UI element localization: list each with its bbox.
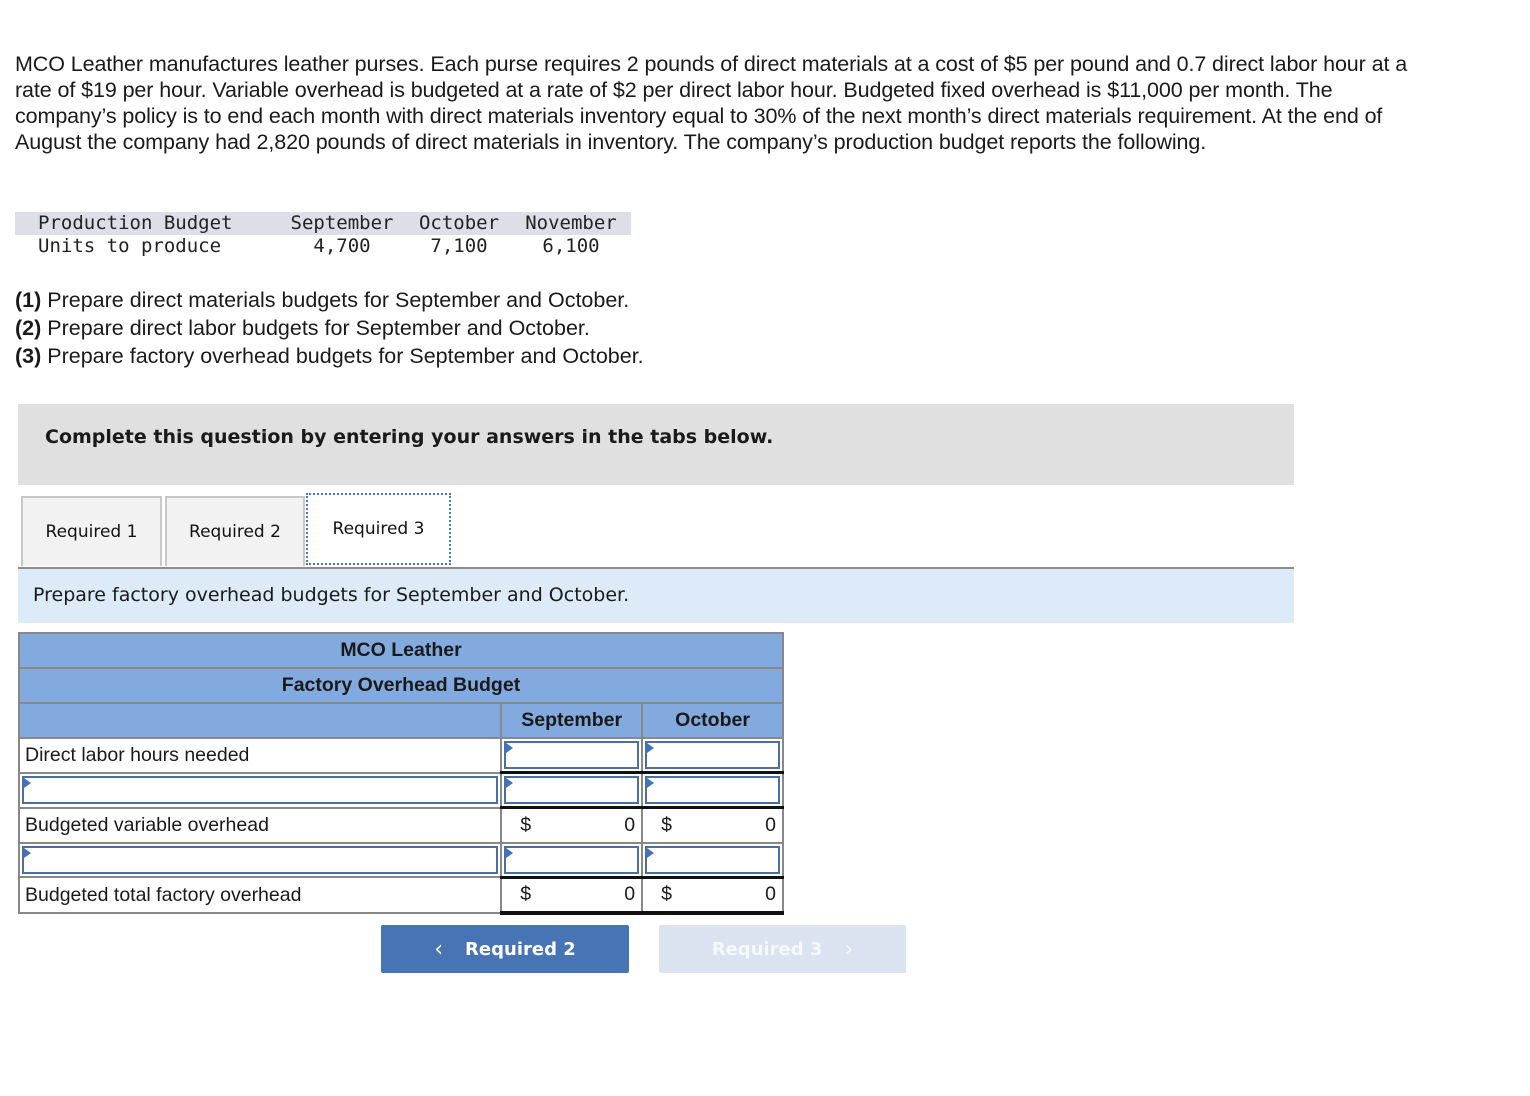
input-flag-icon — [647, 847, 655, 858]
input-flag-icon — [647, 743, 655, 753]
banner-text: Complete this question by entering your … — [45, 426, 774, 448]
row-4-september-cell — [500, 841, 644, 878]
units-to-produce-label: Units to produce — [38, 235, 222, 257]
table-row — [17, 771, 784, 809]
variable-overhead-october: $0 — [641, 806, 784, 844]
value: 0 — [624, 883, 636, 906]
table-row — [17, 841, 784, 878]
instruction-text: Prepare factory overhead budgets for Sep… — [33, 584, 630, 606]
units-to-produce-row: Units to produce 4,700 7,100 6,100 — [15, 235, 631, 258]
variable-overhead-september: $0 — [500, 806, 644, 844]
units-november: 6,100 — [542, 235, 600, 257]
tab-required-3[interactable]: Required 3 — [306, 493, 451, 565]
production-header-october: October — [407, 212, 511, 235]
requirement-number: (2) — [15, 316, 42, 340]
row-2-september-input[interactable] — [506, 778, 638, 802]
row-label-budgeted-total-factory-overhead: Budgeted total factory overhead — [17, 876, 503, 914]
requirements-list: (1) Prepare direct materials budgets for… — [15, 286, 644, 370]
row-4-october-cell — [641, 841, 784, 878]
row-4-october-input[interactable] — [647, 847, 778, 872]
chevron-right-icon: › — [844, 936, 854, 962]
row-2-october-cell — [641, 771, 784, 809]
prev-button-label: Required 2 — [465, 938, 576, 960]
row-2-label-input[interactable] — [24, 778, 497, 802]
currency-symbol: $ — [661, 813, 672, 836]
column-header-row: September October — [17, 702, 784, 739]
requirement-text: Prepare direct materials budgets for Sep… — [41, 288, 630, 312]
table-row: Direct labor hours needed — [17, 737, 784, 774]
value: 0 — [765, 813, 776, 836]
header-blank — [17, 702, 503, 739]
chevron-left-icon: ‹ — [434, 936, 444, 962]
company-row: MCO Leather — [18, 632, 784, 669]
production-header-november: November — [511, 212, 631, 235]
value: 0 — [624, 813, 636, 836]
input-flag-icon — [506, 778, 514, 788]
input-flag-icon — [506, 743, 514, 753]
table-row: Budgeted total factory overhead $0 $0 — [17, 875, 784, 915]
input-flag-icon — [647, 778, 655, 788]
production-budget-header: Production Budget — [15, 212, 277, 235]
direct-labor-hours-october-input[interactable] — [647, 743, 778, 767]
direct-labor-hours-october-cell — [641, 737, 784, 774]
title-row: Factory Overhead Budget — [18, 667, 784, 704]
row-2-october-input[interactable] — [647, 778, 778, 802]
production-header-september: September — [277, 212, 407, 235]
units-september: 4,700 — [313, 235, 371, 257]
problem-statement: MCO Leather manufactures leather purses.… — [15, 52, 1408, 154]
input-flag-icon — [24, 778, 31, 788]
next-required-3-button: Required 3 › — [659, 925, 906, 973]
column-september: September — [500, 702, 644, 739]
currency-symbol: $ — [520, 813, 532, 836]
tab-instruction: Prepare factory overhead budgets for Sep… — [18, 569, 1294, 623]
requirement-number: (1) — [15, 288, 42, 312]
production-budget-header-row: Production Budget September October Nove… — [15, 212, 631, 235]
requirement-1: (1) Prepare direct materials budgets for… — [15, 286, 644, 314]
tab-required-1[interactable]: Required 1 — [21, 496, 162, 566]
direct-labor-hours-september-cell — [500, 737, 644, 774]
units-october: 7,100 — [430, 235, 488, 257]
row-4-september-input[interactable] — [506, 847, 638, 872]
total-overhead-october: $0 — [641, 875, 784, 915]
table-row: Budgeted variable overhead $0 $0 — [17, 806, 784, 844]
row-2-september-cell — [500, 771, 644, 809]
budget-title: Factory Overhead Budget — [18, 667, 784, 704]
value: 0 — [765, 883, 776, 906]
currency-symbol: $ — [520, 883, 532, 906]
row-label-cell — [17, 841, 503, 878]
production-budget-table: Production Budget September October Nove… — [15, 212, 631, 258]
row-label-direct-labor-hours: Direct labor hours needed — [17, 737, 503, 774]
row-label-cell — [17, 771, 503, 809]
column-october: October — [641, 702, 784, 739]
total-overhead-september: $0 — [500, 875, 644, 915]
direct-labor-hours-september-input[interactable] — [506, 743, 638, 767]
tab-required-2[interactable]: Required 2 — [165, 496, 305, 566]
next-button-label: Required 3 — [711, 938, 823, 960]
input-flag-icon — [24, 847, 31, 858]
requirement-text: Prepare direct labor budgets for Septemb… — [41, 316, 590, 340]
requirement-text: Prepare factory overhead budgets for Sep… — [41, 344, 644, 368]
previous-required-2-button[interactable]: ‹ Required 2 — [381, 925, 629, 973]
instructions-banner: Complete this question by entering your … — [18, 404, 1294, 485]
company-name: MCO Leather — [18, 632, 784, 669]
requirement-number: (3) — [15, 344, 42, 368]
currency-symbol: $ — [661, 883, 672, 906]
input-flag-icon — [506, 847, 514, 858]
requirement-2: (2) Prepare direct labor budgets for Sep… — [15, 314, 644, 342]
requirement-3: (3) Prepare factory overhead budgets for… — [15, 342, 644, 370]
row-4-label-input[interactable] — [24, 847, 497, 872]
factory-overhead-budget-table: MCO Leather Factory Overhead Budget Sept… — [17, 632, 784, 915]
row-label-budgeted-variable-overhead: Budgeted variable overhead — [17, 806, 503, 844]
